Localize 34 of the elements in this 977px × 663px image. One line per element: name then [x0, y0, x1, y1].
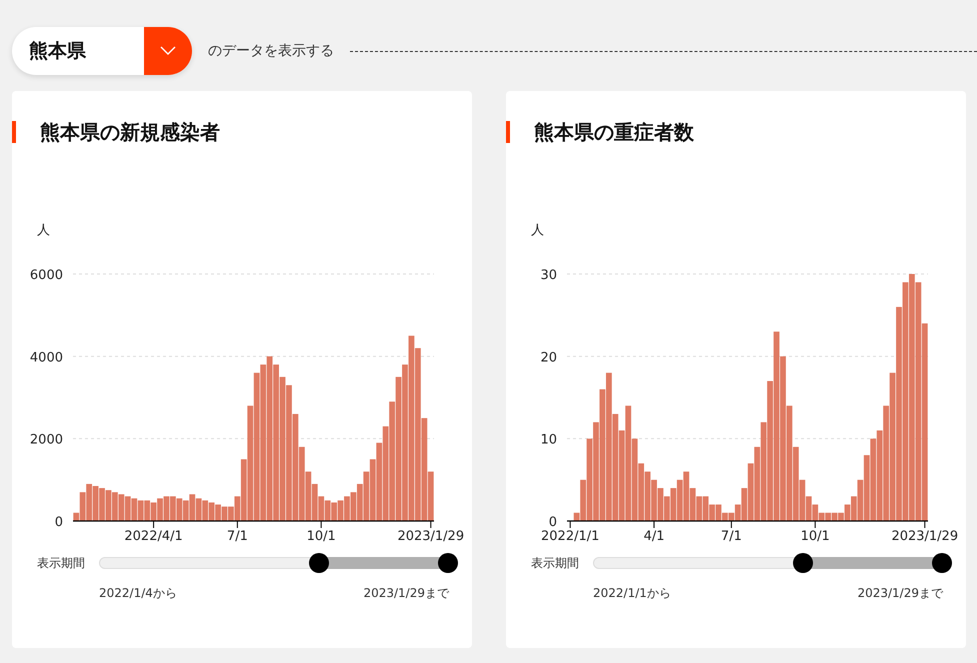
select-caption: のデータを表示する	[208, 42, 334, 60]
x-tick-label: 2022/4/1	[124, 529, 183, 544]
x-tick-label: 7/1	[226, 529, 248, 544]
slider-thumb[interactable]	[932, 553, 952, 573]
slider-thumb[interactable]	[309, 553, 330, 573]
y-tick-label: 2000	[30, 432, 63, 448]
y-tick-label: 30	[540, 268, 557, 283]
slider-thumb[interactable]	[792, 553, 813, 573]
chevron-down-icon	[160, 46, 176, 56]
y-tick-label: 0	[548, 515, 557, 530]
y-tick-label: 10	[540, 432, 557, 448]
x-tick-label: 2023/1/29	[891, 529, 958, 544]
range-end-date: 2023/1/29まで	[363, 585, 449, 602]
range-label: 表示期間	[531, 554, 580, 572]
x-tick-label: 4/1	[644, 529, 664, 544]
range-start-date: 2022/1/1から	[593, 585, 671, 602]
card-title: 熊本県の重症者数	[506, 121, 966, 143]
slider-thumb[interactable]	[438, 553, 458, 573]
x-tick-label: 2022/1/1	[541, 529, 600, 544]
y-tick-label: 4000	[30, 350, 63, 366]
prefecture-select[interactable]: 熊本県	[12, 27, 192, 75]
y-tick-label: 20	[540, 350, 557, 366]
x-tick-label: 10/1	[800, 529, 830, 544]
y-axis-label: 人	[37, 223, 50, 238]
x-tick-label: 10/1	[306, 529, 336, 544]
range-end-date: 2023/1/29まで	[857, 585, 943, 602]
y-tick-label: 6000	[30, 268, 63, 283]
x-tick-label: 2023/1/29	[397, 529, 464, 544]
y-axis-label: 人	[531, 223, 544, 238]
x-tick-label: 7/1	[720, 529, 742, 544]
range-start-date: 2022/1/4から	[99, 585, 177, 602]
range-label: 表示期間	[37, 554, 86, 572]
y-tick-label: 0	[54, 515, 63, 530]
card-title: 熊本県の新規感染者	[12, 121, 472, 143]
